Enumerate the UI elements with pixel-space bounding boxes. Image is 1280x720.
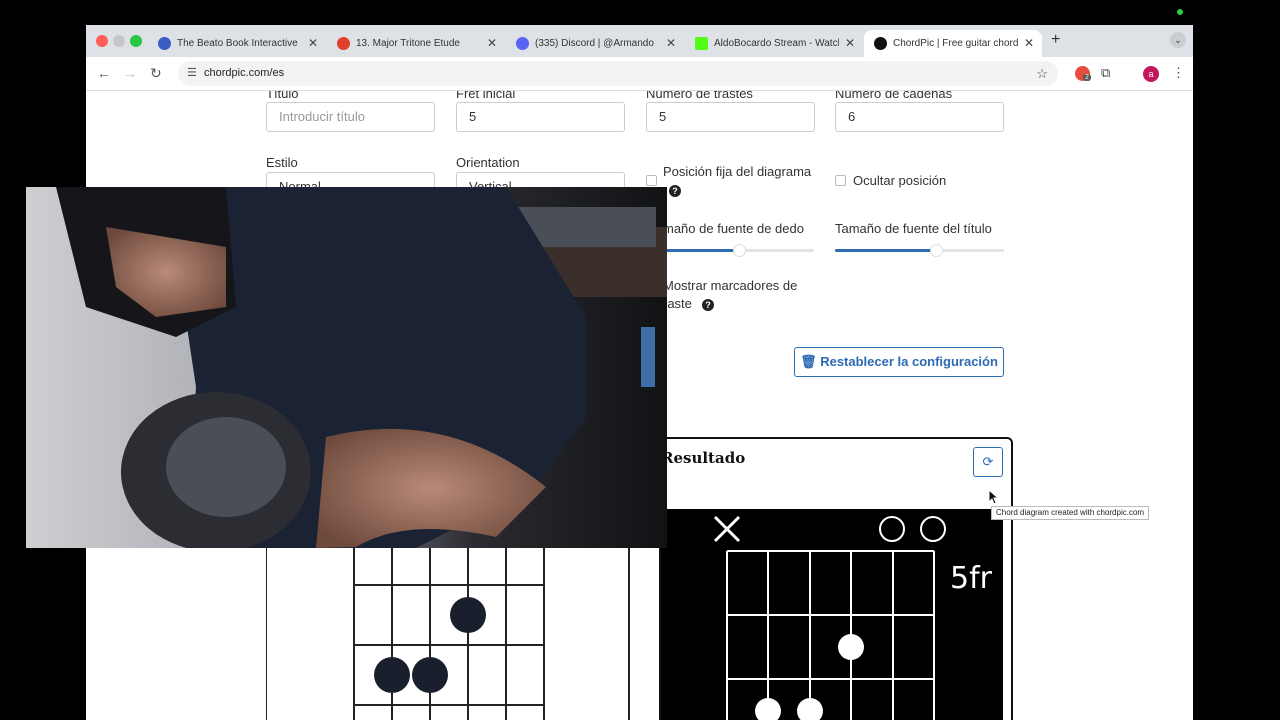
help-icon[interactable]: ? (669, 185, 681, 197)
fixed-position-label: Posición fija del diagrama (663, 164, 812, 179)
url-text: chordpic.com/es (204, 67, 285, 79)
tab-chordpic[interactable]: ChordPic | Free guitar chord d ✕ (864, 30, 1042, 57)
tab-close-icon[interactable]: ✕ (845, 36, 855, 50)
tab-close-icon[interactable]: ✕ (308, 36, 318, 50)
open-string-icon (920, 516, 946, 542)
orientation-label: Orientation (456, 155, 520, 170)
fret-count-input[interactable]: 5 (646, 102, 815, 132)
chord-diagram-light (266, 547, 631, 720)
tab-title: ChordPic | Free guitar chord d (893, 38, 1018, 49)
reload-icon[interactable]: ↻ (150, 65, 162, 82)
finger-dot (797, 698, 823, 720)
close-window-icon[interactable] (96, 35, 108, 47)
tab-title: AldoBocardo Stream - Watch (714, 38, 839, 49)
slider-fill (835, 249, 937, 252)
extension-badge: 2 (1083, 74, 1091, 81)
string-count-label: Número de cadenas (835, 91, 953, 101)
extension-icon[interactable]: 2 (1075, 66, 1091, 81)
refresh-icon[interactable]: ⟳ (973, 447, 1003, 477)
reset-label: Restablecer la configuración (820, 354, 998, 369)
finger-dot (450, 597, 486, 633)
reset-settings-button[interactable]: 🗑 Restablecer la configuración (794, 347, 1004, 377)
address-bar[interactable]: ☰ chordpic.com/es ☆ (178, 61, 1058, 86)
profile-avatar[interactable]: a (1143, 66, 1159, 82)
tab-title: (335) Discord | @Armando (535, 38, 654, 49)
chordpic-icon (874, 37, 887, 50)
minimize-window-icon[interactable] (113, 35, 125, 47)
kick-icon (695, 37, 708, 50)
result-title: Resultado (661, 449, 746, 467)
tab-beato-book[interactable]: The Beato Book Interactive ✕ (148, 30, 326, 57)
webcam-feed-image (26, 187, 667, 548)
tab-search-icon[interactable]: ⌄ (1170, 32, 1186, 48)
mouse-cursor-icon (988, 489, 998, 505)
chordpic-tooltip: Chord diagram created with chordpic.com (991, 506, 1150, 520)
hide-position-checkbox[interactable] (835, 175, 846, 186)
slider-fill (663, 249, 739, 252)
finger-dot (838, 634, 864, 660)
string-count-input[interactable]: 6 (835, 102, 1004, 132)
show-markers-label: Mostrar marcadores de (663, 278, 798, 293)
title-font-size-label: Tamaño de fuente del título (835, 221, 992, 236)
browser-toolbar: ← → ↻ ☰ chordpic.com/es ☆ 2 ⧉ a ⋮ (86, 57, 1193, 91)
screen: The Beato Book Interactive ✕ 13. Major T… (0, 0, 1280, 720)
fixed-position-checkbox[interactable] (646, 175, 657, 186)
result-panel: Resultado ⟳ 5fr (659, 437, 1013, 720)
tab-title: 13. Major Tritone Etude (356, 38, 460, 49)
browser-tab-bar: The Beato Book Interactive ✕ 13. Major T… (86, 25, 1193, 57)
fret-number-label: 5fr (950, 561, 992, 596)
browser-menu-icon[interactable]: ⋮ (1172, 65, 1185, 81)
site-info-icon[interactable]: ☰ (187, 61, 197, 86)
extensions-puzzle-icon[interactable]: ⧉ (1101, 65, 1110, 81)
tab-close-icon[interactable]: ✕ (1024, 36, 1034, 50)
tab-close-icon[interactable]: ✕ (666, 36, 676, 50)
tab-discord[interactable]: (335) Discord | @Armando ✕ (506, 30, 684, 57)
chord-diagram-dark[interactable]: 5fr (661, 509, 1003, 720)
start-fret-label: Fret inicial (456, 91, 516, 101)
start-fret-input[interactable]: 5 (456, 102, 625, 132)
webcam-video-overlay[interactable] (26, 187, 667, 548)
finger-font-size-slider[interactable] (663, 244, 814, 257)
tab-title: The Beato Book Interactive (177, 38, 298, 49)
chord-diagram-svg (713, 515, 946, 720)
finger-font-size-label: maño de fuente de dedo (663, 221, 804, 236)
show-markers-label-cont: raste (663, 296, 692, 311)
title-input[interactable]: Introducir título (266, 102, 435, 132)
maximize-window-icon[interactable] (130, 35, 142, 47)
youtube-play-icon (337, 37, 350, 50)
forward-icon[interactable]: → (123, 65, 137, 81)
style-label: Estilo (266, 155, 298, 170)
bookmark-star-icon[interactable]: ☆ (1036, 61, 1048, 86)
finger-dot (374, 657, 410, 693)
tab-close-icon[interactable]: ✕ (487, 36, 497, 50)
back-icon[interactable]: ← (97, 65, 111, 81)
title-font-size-slider[interactable] (835, 244, 1004, 257)
tab-tritone-etude[interactable]: 13. Major Tritone Etude ✕ (327, 30, 505, 57)
title-label: Título (266, 91, 299, 101)
trash-icon: 🗑 (800, 354, 817, 369)
recording-indicator (1177, 9, 1183, 15)
hide-position-label: Ocultar posición (853, 173, 947, 188)
chord-diagram-light-svg (353, 547, 631, 720)
slider-thumb[interactable] (930, 244, 944, 257)
finger-dot (755, 698, 781, 720)
tab-kick-stream[interactable]: AldoBocardo Stream - Watch ✕ (685, 30, 863, 57)
beato-icon (158, 37, 171, 50)
slider-thumb[interactable] (732, 244, 746, 257)
new-tab-button[interactable]: + (1051, 31, 1060, 49)
open-string-icon (879, 516, 905, 542)
help-icon[interactable]: ? (702, 299, 714, 311)
finger-dot (412, 657, 448, 693)
discord-icon (516, 37, 529, 50)
fret-count-label: Número de trastes (646, 91, 753, 101)
